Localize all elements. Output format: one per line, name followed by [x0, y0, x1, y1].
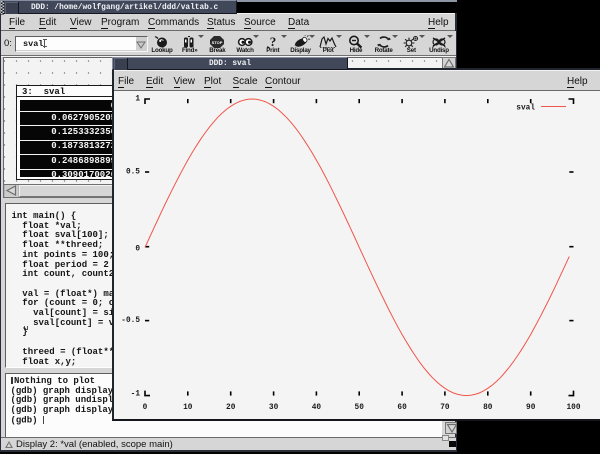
svg-text:10: 10	[183, 404, 193, 412]
svg-text:80: 80	[483, 404, 493, 412]
svg-text:50: 50	[355, 404, 365, 412]
svg-text:0: 0	[135, 245, 140, 253]
svg-text:-1: -1	[131, 390, 141, 398]
svg-text:20: 20	[226, 404, 236, 412]
svg-text:90: 90	[526, 404, 536, 412]
svg-text:30: 30	[269, 404, 279, 412]
svg-text:60: 60	[397, 404, 407, 412]
svg-text:sval: sval	[516, 104, 535, 112]
svg-text:100: 100	[566, 404, 580, 412]
svg-text:70: 70	[440, 404, 450, 412]
svg-text:-0.5: -0.5	[121, 316, 140, 324]
svg-text:40: 40	[312, 404, 322, 412]
svg-text:1: 1	[135, 95, 140, 103]
svg-text:0: 0	[143, 404, 148, 412]
svg-text:0.5: 0.5	[126, 168, 140, 176]
svg-text:STOP: STOP	[212, 40, 223, 45]
